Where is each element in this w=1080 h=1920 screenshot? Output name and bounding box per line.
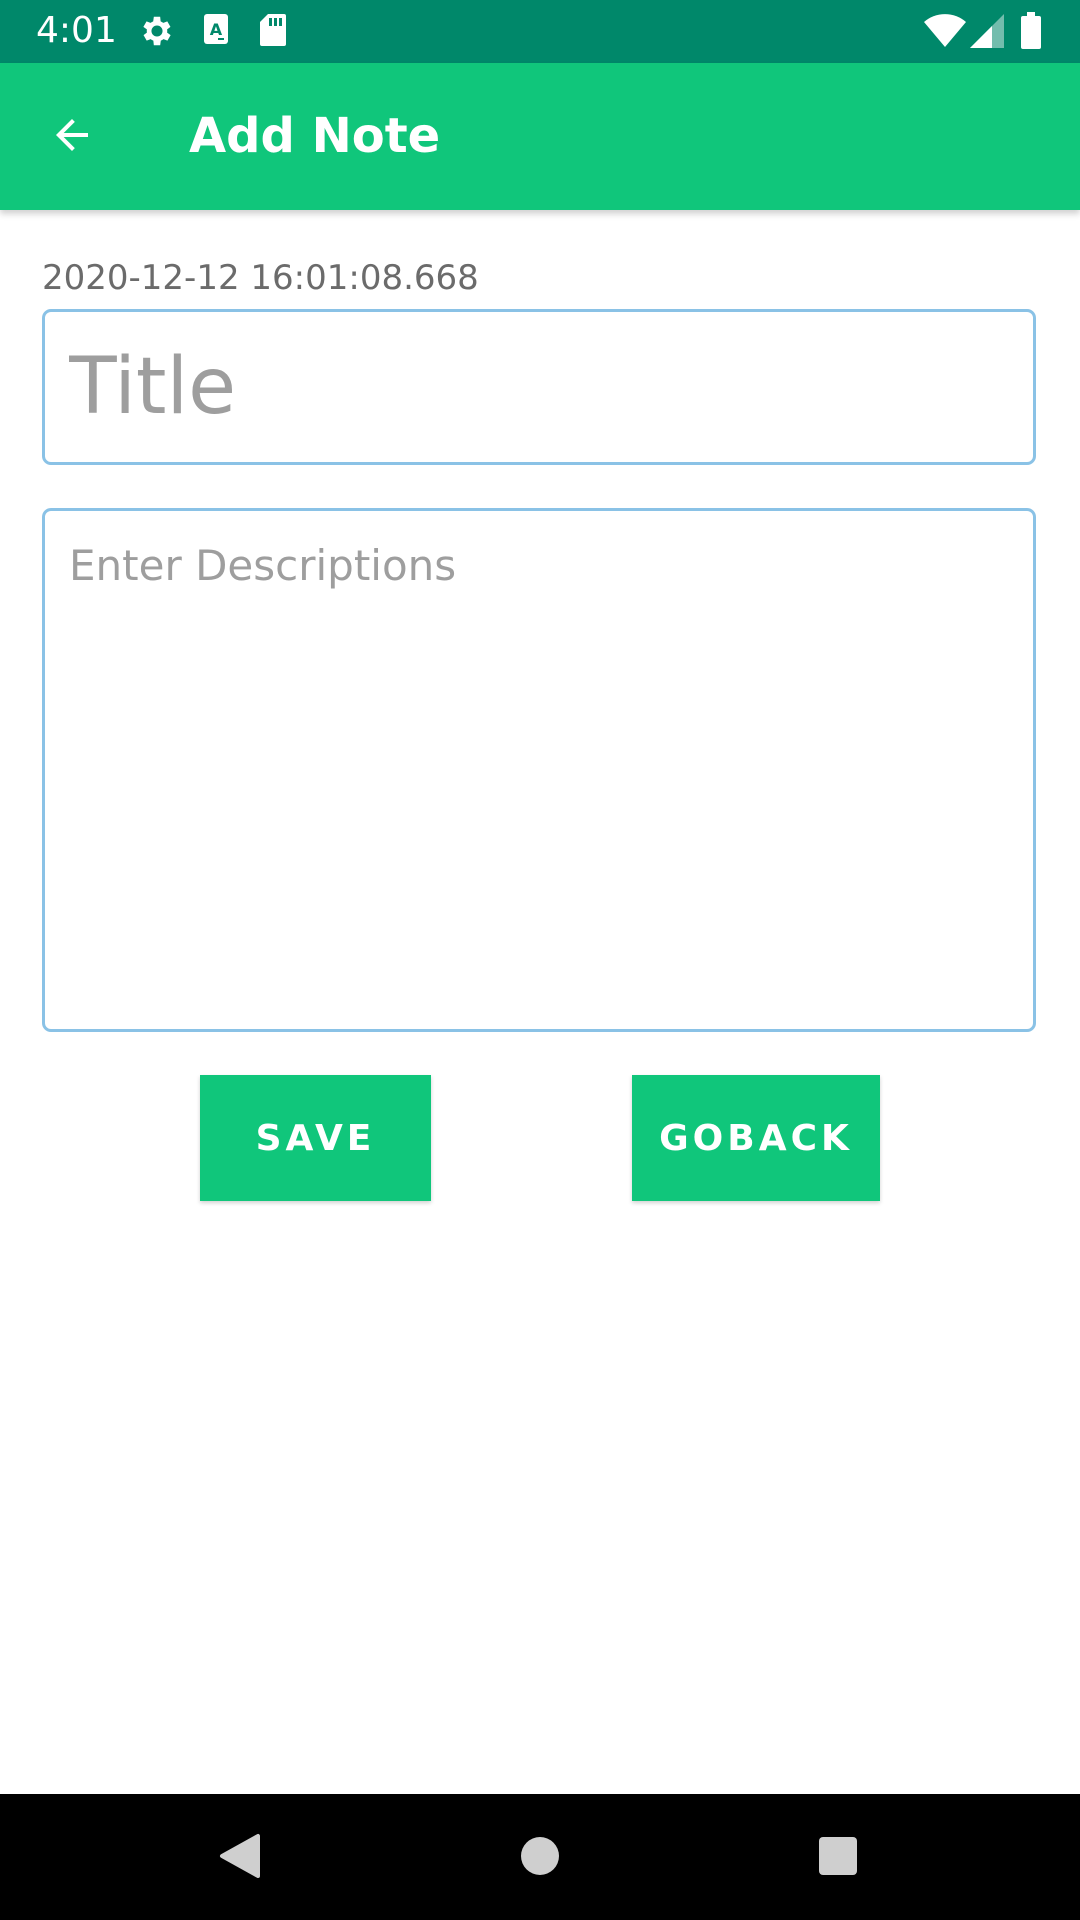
save-button[interactable]: SAVE	[200, 1075, 431, 1201]
title-input[interactable]	[42, 309, 1036, 465]
signal-icon	[970, 14, 1004, 52]
back-button[interactable]	[30, 95, 114, 179]
wifi-icon	[924, 14, 966, 52]
goback-button[interactable]: GOBACK	[632, 1075, 880, 1201]
battery-icon	[1020, 12, 1042, 54]
page-title: Add Note	[189, 108, 441, 164]
app-bar: Add Note	[0, 63, 1080, 210]
status-bar: 4:01 A	[0, 0, 1080, 63]
nav-home-button[interactable]	[500, 1818, 580, 1898]
svg-text:A: A	[210, 20, 223, 39]
navigation-bar	[0, 1794, 1080, 1920]
nav-back-button[interactable]	[200, 1818, 280, 1898]
status-time: 4:01	[36, 10, 117, 51]
arrow-back-icon	[48, 111, 96, 163]
nav-recents-button[interactable]	[798, 1818, 878, 1898]
back-triangle-icon	[218, 1832, 262, 1884]
text-a-icon: A	[202, 12, 230, 52]
recents-square-icon	[818, 1836, 858, 1880]
gear-icon	[138, 12, 176, 54]
description-input[interactable]	[42, 508, 1036, 1032]
note-timestamp: 2020-12-12 16:01:08.668	[42, 258, 479, 298]
sd-card-icon	[258, 12, 288, 52]
home-circle-icon	[520, 1836, 560, 1880]
